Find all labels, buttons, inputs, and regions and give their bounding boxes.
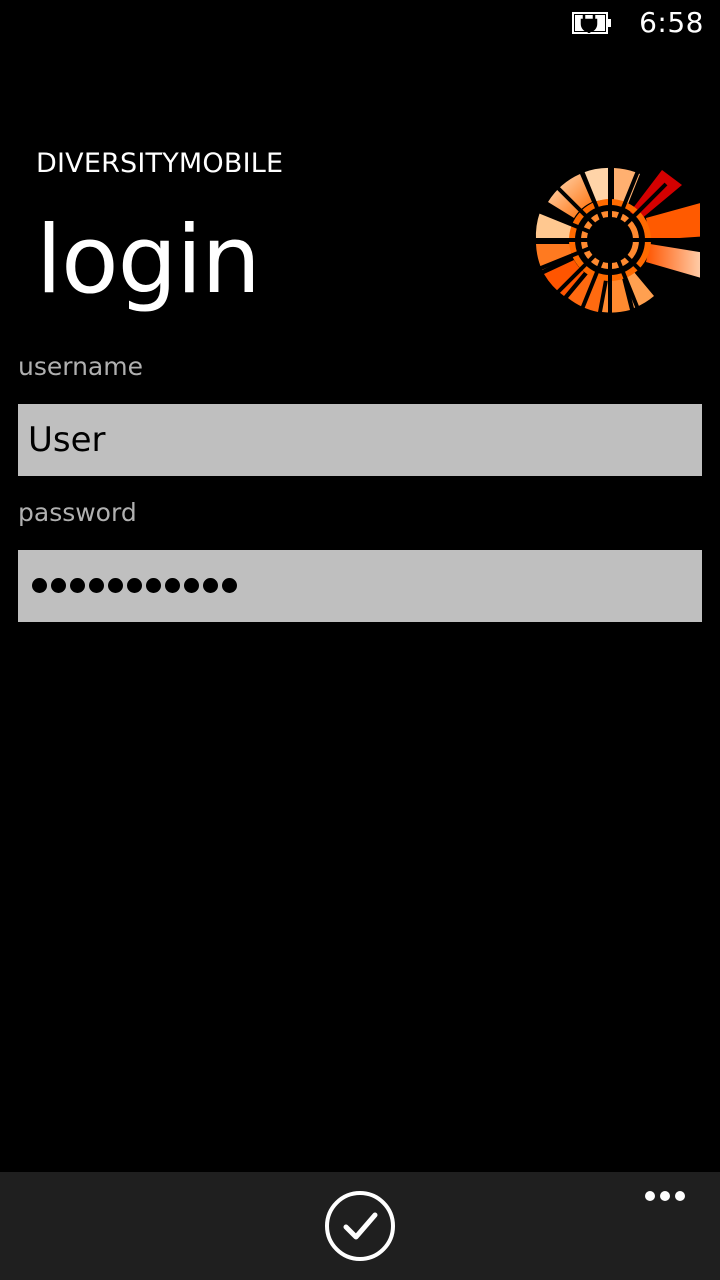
password-dot <box>127 578 142 593</box>
password-dot <box>51 578 66 593</box>
password-dot <box>32 578 47 593</box>
password-dot <box>184 578 199 593</box>
password-mask <box>32 578 237 593</box>
password-dot <box>203 578 218 593</box>
status-bar: 6:58 <box>0 0 720 48</box>
password-dot <box>108 578 123 593</box>
username-input[interactable]: User <box>18 404 702 476</box>
password-dot <box>70 578 85 593</box>
app-title: DIVERSITYMOBILE <box>36 148 284 179</box>
login-screen: 6:58 DIVERSITYMOBILE login username User… <box>0 0 720 1280</box>
username-label: username <box>18 352 143 381</box>
ellipsis-icon[interactable] <box>640 1186 690 1206</box>
ellipsis-dot <box>645 1191 655 1201</box>
application-bar <box>0 1172 720 1280</box>
password-dot <box>222 578 237 593</box>
ellipsis-dot <box>675 1191 685 1201</box>
username-value: User <box>28 420 106 460</box>
password-dot <box>89 578 104 593</box>
password-dot <box>165 578 180 593</box>
clock: 6:58 <box>639 6 704 39</box>
diversity-logo-icon <box>530 160 700 320</box>
password-input[interactable] <box>18 550 702 622</box>
password-label: password <box>18 498 137 527</box>
checkmark-icon[interactable] <box>324 1190 396 1262</box>
page-title: login <box>36 206 261 315</box>
ellipsis-dot <box>660 1191 670 1201</box>
battery-charging-icon <box>572 12 611 34</box>
password-dot <box>146 578 161 593</box>
